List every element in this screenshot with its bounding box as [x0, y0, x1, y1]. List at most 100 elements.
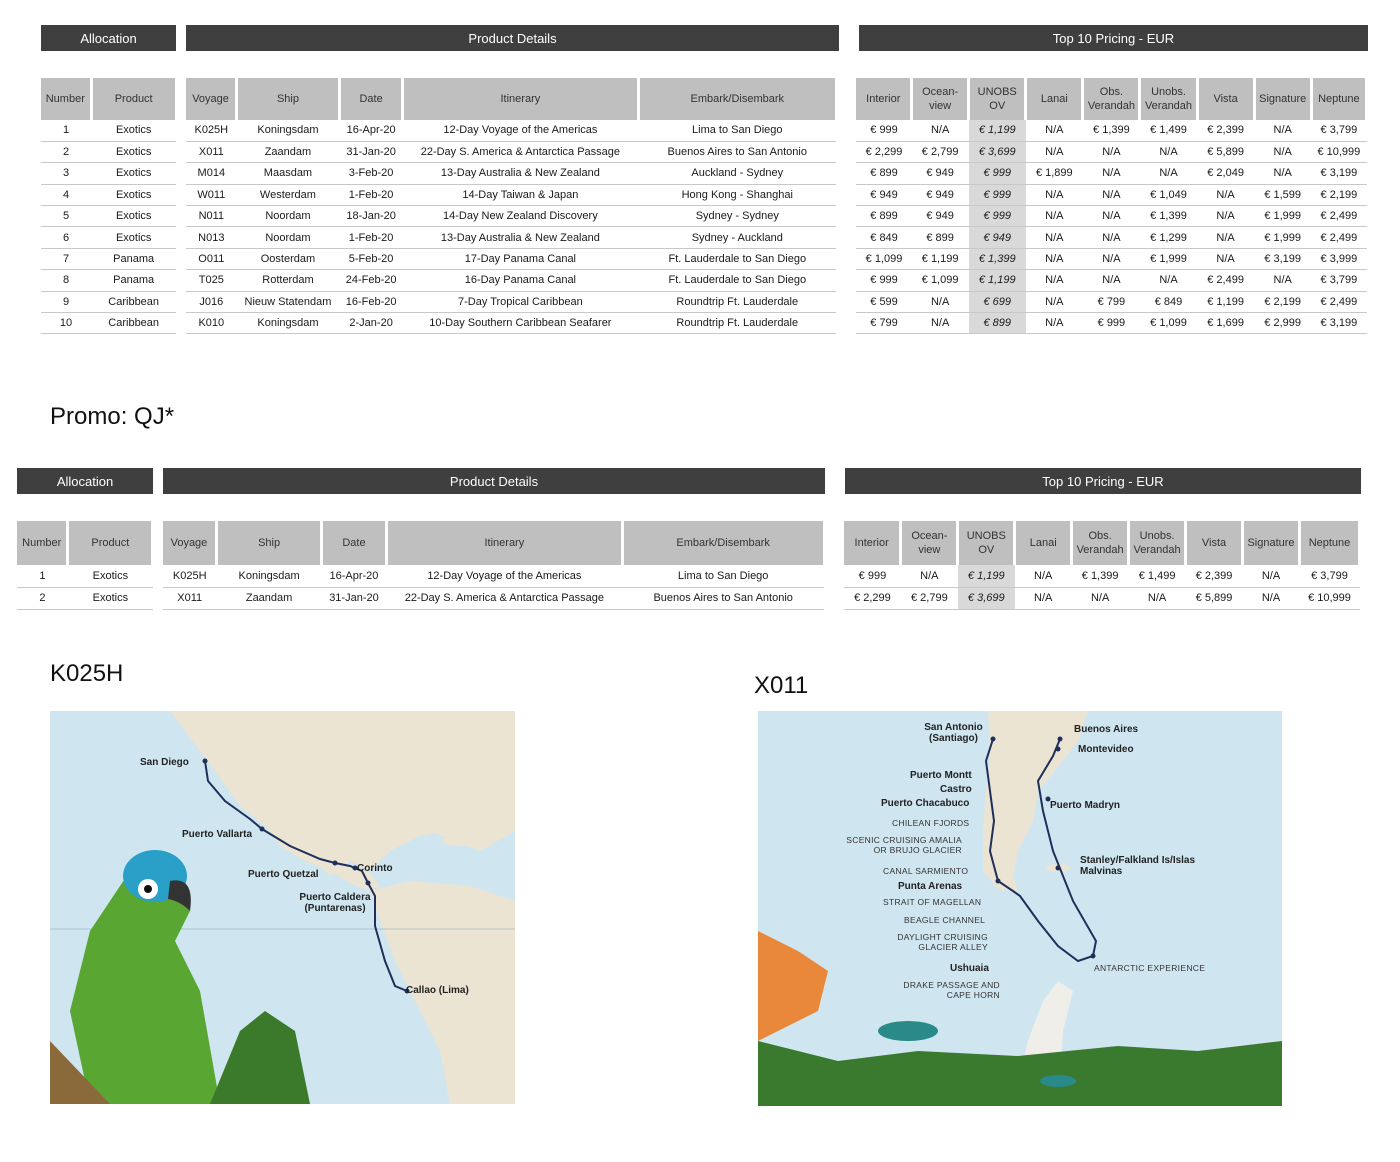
group-spacer — [176, 248, 186, 269]
table-cell: 9 — [41, 291, 92, 314]
group-spacer — [836, 270, 856, 291]
group-spacer — [153, 587, 163, 609]
table-cell: N/A — [1025, 205, 1083, 228]
table-cell: 31-Jan-20 — [321, 587, 387, 610]
table-cell: € 5,899 — [1197, 141, 1255, 164]
column-header: Date — [339, 78, 405, 120]
table-cell: X011 — [186, 141, 237, 164]
table-cell: Exotics — [91, 120, 177, 142]
table-cell: € 899 — [968, 312, 1026, 335]
pricing-header: Top 10 Pricing - EUR — [859, 25, 1368, 51]
table-cell: € 3,799 — [1311, 120, 1367, 142]
table-row: 9 Caribbean J016 Nieuw Statendam 16-Feb-20 7-… — [41, 291, 1367, 314]
port-label: Punta Arenas — [898, 881, 963, 892]
table-cell: € 999 — [856, 269, 912, 292]
table-cell: Nieuw Statendam — [236, 291, 340, 314]
promo-allocation-header: Allocation — [17, 468, 153, 494]
column-header: UNOBS OV — [957, 521, 1017, 565]
table-cell: Zaandam — [216, 587, 322, 610]
column-header: Date — [321, 521, 388, 565]
table-cell: K025H — [186, 120, 237, 142]
scenic-label: DAYLIGHT CRUISING GLACIER ALLEY — [897, 932, 988, 952]
map-x011-title: X011 — [754, 672, 809, 699]
table-cell: Auckland - Sydney — [638, 162, 837, 185]
top10-table: Number Product Voyage Ship Date Itinerary Emba… — [41, 78, 1369, 335]
column-header: Embark/Disembark — [638, 78, 838, 120]
table-row: 1 Exotics K025H Koningsdam 16-Apr-20 12-Day V… — [17, 565, 1360, 588]
promo-pricing-header: Top 10 Pricing - EUR — [845, 468, 1361, 494]
table-cell: € 949 — [911, 184, 969, 207]
table-cell: Exotics — [67, 587, 153, 610]
table-cell: Maasdam — [236, 162, 340, 185]
table-cell: Buenos Aires to San Antonio — [622, 587, 825, 610]
group-spacer — [824, 587, 844, 609]
group-spacer — [176, 206, 186, 227]
group-spacer — [824, 521, 844, 565]
table-cell: € 3,199 — [1254, 248, 1312, 271]
port-label: Puerto Caldera (Puntarenas) — [299, 892, 371, 914]
table-cell: Hong Kong - Shanghai — [638, 184, 837, 207]
table-cell: N/A — [1242, 565, 1300, 588]
group-spacer — [176, 120, 186, 141]
table-cell: Exotics — [67, 565, 153, 588]
table-cell: € 3,199 — [1311, 312, 1367, 335]
table-cell: N/A — [1197, 226, 1255, 249]
table-cell: N/A — [1082, 141, 1140, 164]
table-cell: € 899 — [911, 226, 969, 249]
table-cell: Panama — [91, 248, 177, 271]
table-cell: € 999 — [968, 162, 1026, 185]
table-cell: N/A — [1082, 269, 1140, 292]
group-spacer — [176, 270, 186, 291]
table-cell: K025H — [162, 565, 217, 588]
table-cell: € 699 — [968, 291, 1026, 314]
table-cell: 10-Day Southern Caribbean Seafarer — [402, 312, 639, 335]
group-spacer — [836, 291, 856, 312]
table-cell: € 999 — [843, 565, 901, 588]
scenic-label: STRAIT OF MAGELLAN — [883, 897, 982, 907]
promo-title: Promo: QJ* — [50, 403, 175, 430]
table-cell: J016 — [186, 291, 237, 314]
promo-product-details-header: Product Details — [163, 468, 825, 494]
table-cell: 17-Day Panama Canal — [402, 248, 639, 271]
port-label: Castro — [940, 784, 972, 795]
table-cell: O011 — [186, 248, 237, 271]
table-cell: N/A — [911, 120, 969, 142]
map-x011-graphic — [758, 711, 1282, 1106]
port-label: Stanley/Falkland Is/Islas Malvinas — [1080, 855, 1196, 877]
table-cell: Lima to San Diego — [622, 565, 825, 588]
table-cell: € 599 — [856, 291, 912, 314]
table-cell: € 10,999 — [1299, 587, 1360, 610]
table-cell: € 1,699 — [1197, 312, 1255, 335]
table-cell: 16-Apr-20 — [339, 120, 403, 142]
table-cell: Ft. Lauderdale to San Diego — [638, 269, 837, 292]
group-spacer — [176, 227, 186, 248]
table-cell: Koningsdam — [236, 120, 340, 142]
group-spacer — [836, 206, 856, 227]
table-cell: 18-Jan-20 — [339, 205, 403, 228]
scenic-label: ANTARCTIC EXPERIENCE — [1094, 963, 1206, 973]
column-header: Signature — [1242, 521, 1301, 565]
map-k025h: San Diego Puerto Vallarta Puerto Quetzal… — [50, 711, 515, 1104]
table-cell: € 1,099 — [856, 248, 912, 271]
table-cell: Caribbean — [91, 291, 177, 314]
table-cell: N/A — [1242, 587, 1300, 610]
table-cell: N/A — [1025, 226, 1083, 249]
scenic-label: SCENIC CRUISING AMALIA OR BRUJO GLACIER — [846, 835, 962, 855]
table-cell: N/A — [1139, 162, 1198, 185]
table-cell: 22-Day S. America & Antarctica Passage — [386, 587, 623, 610]
table-cell: € 2,499 — [1311, 205, 1367, 228]
table-cell: € 3,799 — [1311, 269, 1367, 292]
table-cell: € 3,999 — [1311, 248, 1367, 271]
table-cell: Buenos Aires to San Antonio — [638, 141, 837, 164]
table-cell: X011 — [162, 587, 217, 610]
table-cell: T025 — [186, 269, 237, 292]
group-spacer — [176, 313, 186, 334]
table-cell: € 799 — [856, 312, 912, 335]
port-label: Montevideo — [1078, 744, 1134, 755]
table-cell: € 2,049 — [1197, 162, 1255, 185]
column-header: Vista — [1185, 521, 1244, 565]
column-header: Unobs. Verandah — [1128, 521, 1188, 565]
group-spacer — [836, 163, 856, 184]
table-cell: € 1,099 — [1139, 312, 1198, 335]
table-cell: 10 — [41, 312, 92, 335]
